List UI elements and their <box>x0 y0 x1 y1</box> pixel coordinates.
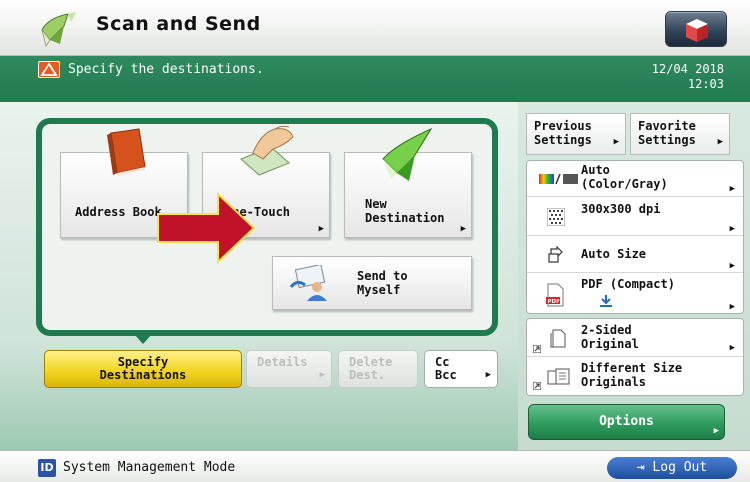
svg-text:PDF: PDF <box>548 299 561 305</box>
diff-line2: Originals <box>581 375 647 389</box>
two-sided-text: 2-Sided Original <box>581 323 639 351</box>
app-title: Scan and Send <box>96 13 261 35</box>
chevron-right-icon: ▶ <box>318 224 324 234</box>
color-mode-setting[interactable]: Auto (Color/Gray) ▶ <box>527 161 743 197</box>
send-to-myself-line2: Myself <box>357 283 401 297</box>
specify-line2: Destinations <box>99 368 187 382</box>
sides-line2: Original <box>581 337 639 351</box>
specify-destinations-button[interactable]: Specify Destinations <box>44 350 242 388</box>
color-gray-icon <box>539 173 578 185</box>
chevron-right-icon: ▶ <box>729 343 735 353</box>
settings-sidebar: Previous Settings ▶ Favorite Settings ▶ … <box>518 102 750 450</box>
system-mode-text: System Management Mode <box>63 460 236 475</box>
pdf-icon: PDF <box>546 283 564 307</box>
destination-tabs: Specify Destinations Details ▶ Delete De… <box>0 349 518 389</box>
id-icon: ID <box>38 459 56 477</box>
logout-door-icon: ⇥ <box>636 460 645 475</box>
send-to-myself-icon <box>289 265 327 301</box>
color-mode-text: Auto (Color/Gray) <box>581 163 668 191</box>
chevron-right-icon: ▶ <box>729 302 735 312</box>
two-sided-icon <box>550 329 566 348</box>
chevron-right-icon: ▶ <box>729 224 735 234</box>
favorite-line1: Favorite <box>638 119 696 133</box>
options-label: Options <box>599 414 654 429</box>
chevron-right-icon: ▶ <box>485 370 491 380</box>
previous-settings-button[interactable]: Previous Settings ▶ <box>526 113 626 155</box>
instruction-message: Specify the destinations. <box>68 62 264 77</box>
resolution-setting[interactable]: 300x300 dpi ▶ <box>527 198 743 236</box>
different-size-text: Different Size Originals <box>581 361 682 389</box>
details-label: Details <box>257 355 308 369</box>
resolution-icon <box>547 208 565 226</box>
cube-menu-icon <box>686 19 708 42</box>
previous-line1: Previous <box>534 119 592 133</box>
options-button[interactable]: Options ▶ <box>528 404 725 440</box>
cc-bcc-button[interactable]: Cc Bcc ▶ <box>424 350 498 388</box>
new-destination-line1: New <box>365 197 387 211</box>
delete-dest-button[interactable]: Delete Dest. <box>338 350 418 388</box>
new-destination-icon <box>382 127 433 181</box>
size-text: Auto Size <box>581 247 647 261</box>
favorite-line2: Settings <box>638 133 696 147</box>
format-text: PDF (Compact) <box>581 277 675 291</box>
main-area: Address Book One-Touch ▶ New Destination… <box>0 102 518 450</box>
size-icon <box>548 246 563 263</box>
new-destination-line2: Destination <box>365 211 445 225</box>
original-settings-group: 2-Sided Original ▶ Different Size Origin… <box>526 318 744 396</box>
date-text: 12/04 2018 <box>651 62 724 76</box>
send-to-myself-button[interactable]: Send to Myself <box>272 256 472 310</box>
new-destination-label: New Destination <box>365 197 444 225</box>
sides-line1: 2-Sided <box>581 323 632 337</box>
scan-settings-group: Auto (Color/Gray) ▶ 300x300 dpi ▶ Auto S… <box>526 160 744 314</box>
corner-toggle-icon <box>533 345 541 353</box>
favorite-settings-button[interactable]: Favorite Settings ▶ <box>630 113 730 155</box>
panel-pointer <box>134 334 152 344</box>
main-menu-button[interactable] <box>665 11 727 47</box>
status-bar: ID System Management Mode ⇥ Log Out <box>0 450 750 482</box>
new-destination-button[interactable]: New Destination ▶ <box>344 127 472 238</box>
date-time: 12/04 2018 12:03 <box>652 62 724 92</box>
color-line1: Auto <box>581 163 610 177</box>
send-to-myself-label: Send to Myself <box>357 269 408 297</box>
scan-send-icon <box>41 12 76 47</box>
two-sided-setting[interactable]: 2-Sided Original ▶ <box>527 319 743 357</box>
message-bar: Specify the destinations. 12/04 2018 12:… <box>0 56 750 102</box>
chevron-right-icon: ▶ <box>729 261 735 271</box>
file-format-setting[interactable]: PDF PDF (Compact) ▶ <box>527 274 743 313</box>
chevron-right-icon: ▶ <box>460 224 466 234</box>
chevron-right-icon: ▶ <box>717 137 723 147</box>
details-button[interactable]: Details ▶ <box>246 350 332 388</box>
scan-size-setting[interactable]: Auto Size ▶ <box>527 237 743 273</box>
logout-label: Log Out <box>652 460 708 475</box>
chevron-right-icon: ▶ <box>319 370 325 380</box>
previous-line2: Settings <box>534 133 592 147</box>
warning-icon <box>38 61 60 78</box>
compact-down-arrow-icon <box>600 295 612 307</box>
red-arrow-icon <box>157 192 256 264</box>
delete-line2: Dest. <box>349 368 386 382</box>
time-text: 12:03 <box>687 77 724 91</box>
address-book-label: Address Book <box>75 205 162 219</box>
corner-toggle-icon <box>533 382 541 390</box>
header-bar: Scan and Send <box>0 0 750 56</box>
chevron-right-icon: ▶ <box>713 426 719 436</box>
different-size-icon <box>547 368 570 385</box>
one-touch-icon <box>240 125 294 176</box>
logout-button[interactable]: ⇥ Log Out <box>607 457 737 479</box>
different-size-setting[interactable]: Different Size Originals <box>527 358 743 395</box>
color-line2: (Color/Gray) <box>581 177 668 191</box>
chevron-right-icon: ▶ <box>613 137 619 147</box>
send-to-myself-line1: Send to <box>357 269 408 283</box>
diff-line1: Different Size <box>581 361 683 375</box>
resolution-text: 300x300 dpi <box>581 202 661 216</box>
chevron-right-icon: ▶ <box>729 184 735 194</box>
address-book-icon <box>107 128 146 176</box>
